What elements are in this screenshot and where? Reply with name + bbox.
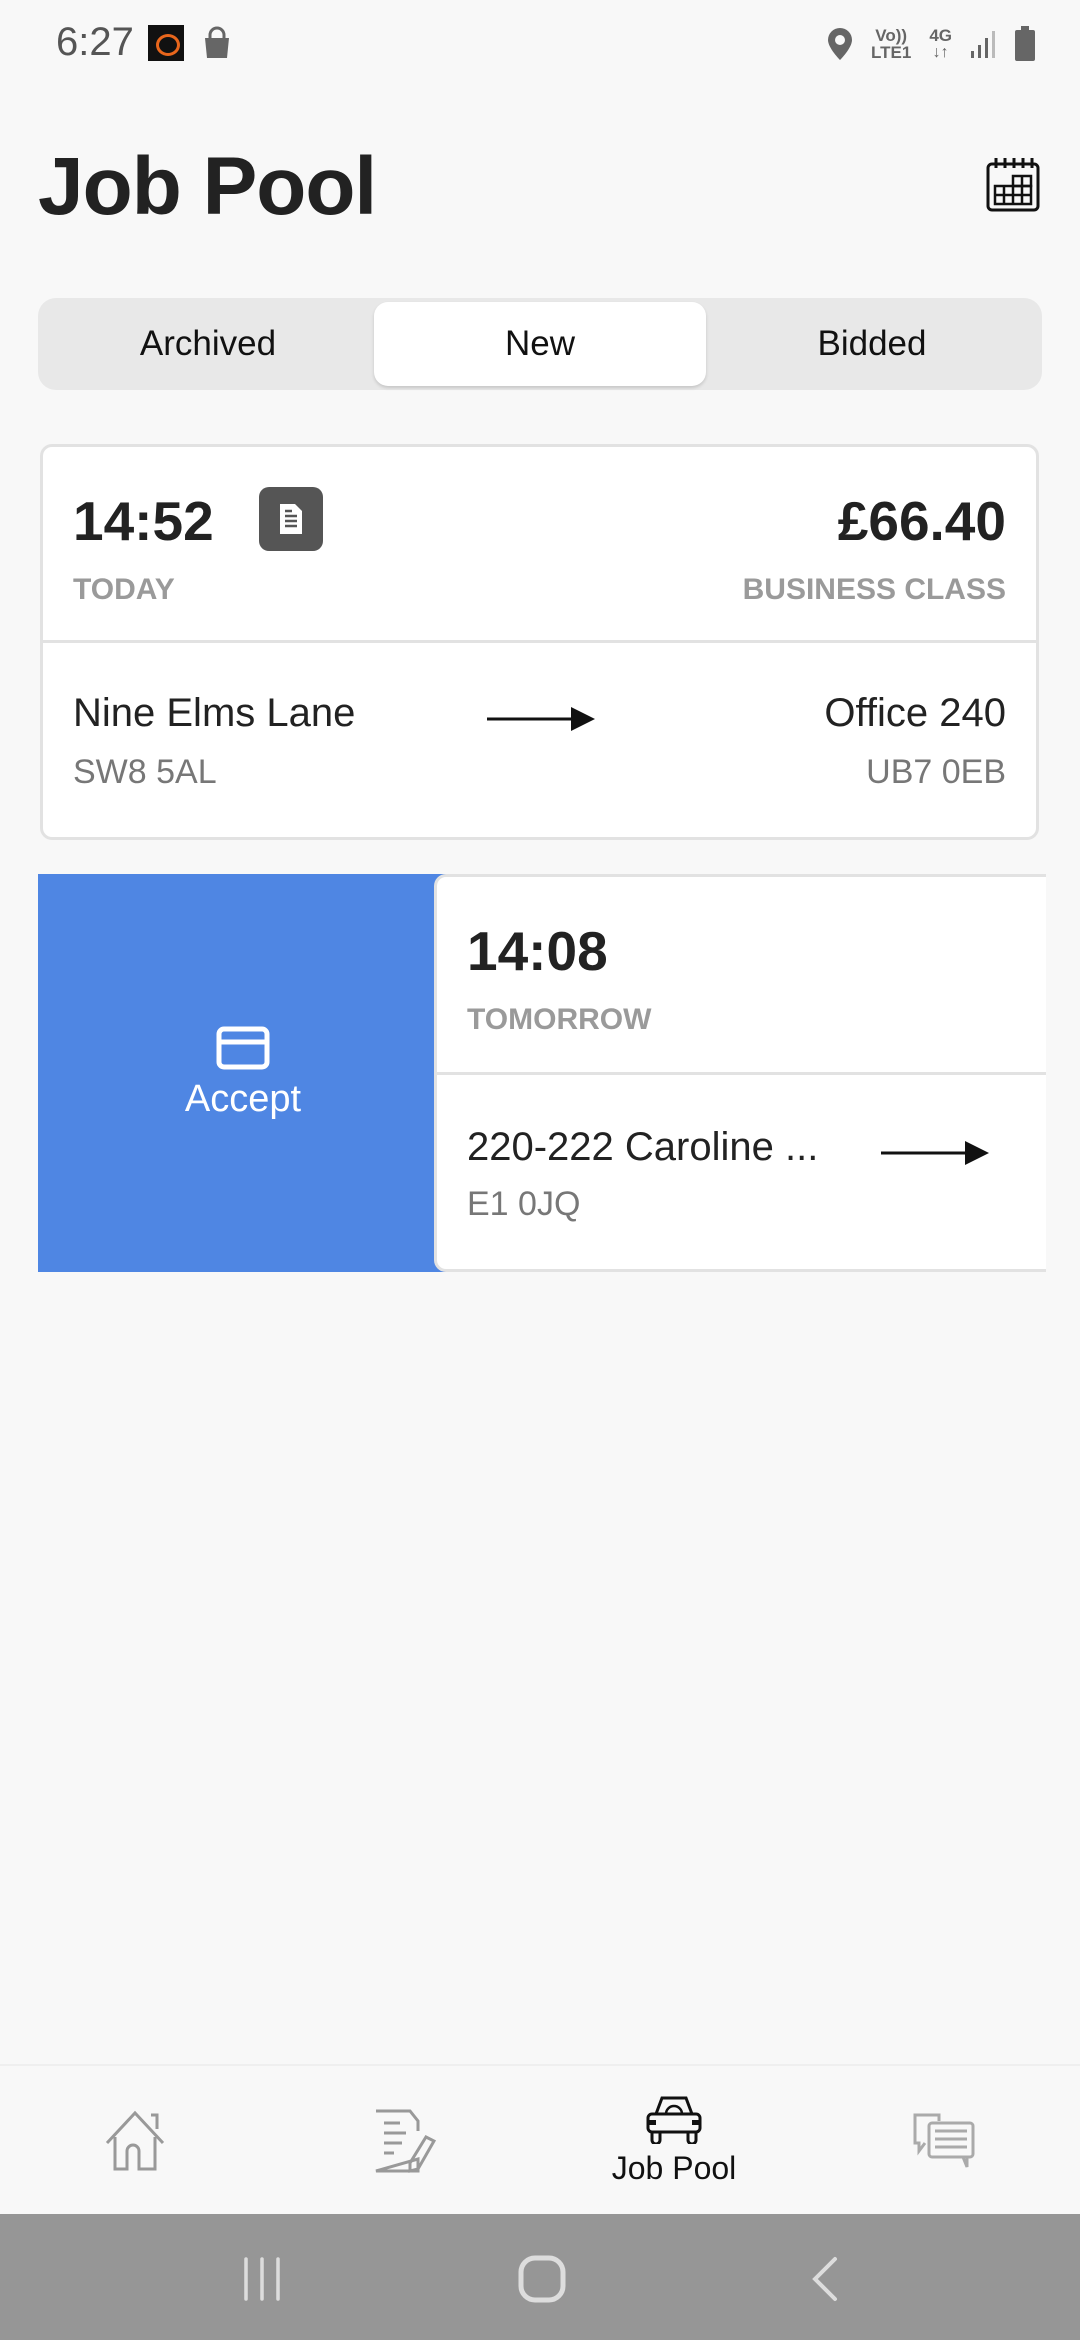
recent-apps-button[interactable]	[222, 2244, 302, 2314]
job-swipe-row: Accept 14:08 TOMORROW 220-222 Caroline .…	[38, 874, 1046, 1272]
document-icon	[280, 504, 302, 534]
nav-messages[interactable]	[844, 2066, 1044, 2216]
calendar-icon	[986, 158, 1040, 212]
signal-icon	[970, 29, 996, 59]
lte-text: LTE1	[871, 43, 912, 62]
home-system-button[interactable]	[502, 2244, 582, 2314]
job-route: 220-222 Caroline ... E1 0JQ	[437, 1075, 1046, 1269]
recent-apps-icon	[244, 2257, 280, 2301]
calendar-button[interactable]	[986, 156, 1040, 212]
document-button[interactable]	[259, 487, 323, 551]
accept-button[interactable]: Accept	[38, 874, 448, 1272]
pickup-postcode: SW8 5AL	[73, 753, 217, 791]
card-icon	[216, 1026, 270, 1069]
job-card-header: 14:08 TOMORROW	[437, 877, 1046, 1075]
back-button[interactable]	[784, 2244, 864, 2314]
data-arrows: ↓↑	[932, 44, 949, 61]
dropoff-name: Office 240	[824, 691, 1006, 735]
job-time: 14:08	[467, 920, 608, 982]
dropoff-postcode: UB7 0EB	[866, 753, 1006, 791]
document-edit-icon	[375, 2109, 436, 2173]
job-price: £66.40	[837, 490, 1006, 552]
shopping-bag-icon	[200, 26, 234, 60]
tab-bidded[interactable]: Bidded	[706, 302, 1038, 386]
back-icon	[812, 2257, 837, 2301]
status-icons: Vo)) LTE1 4G ↓↑	[827, 22, 1036, 66]
home-circle-icon	[518, 2255, 566, 2303]
bottom-nav: Job Pool	[0, 2064, 1080, 2214]
job-card[interactable]: 14:08 TOMORROW 220-222 Caroline ... E1 0…	[434, 874, 1046, 1272]
arrow-right-icon	[487, 707, 595, 731]
page-title: Job Pool	[38, 141, 377, 232]
job-day: TOMORROW	[467, 1003, 652, 1036]
volte-text: Vo))	[875, 26, 908, 45]
battery-icon	[1014, 26, 1036, 62]
data-type-text: 4G	[929, 26, 952, 45]
job-day: TODAY	[73, 573, 175, 606]
nav-documents[interactable]	[304, 2066, 504, 2216]
car-icon	[646, 2096, 702, 2144]
home-icon	[105, 2110, 165, 2171]
job-card-header: 14:52 TODAY £66.40 BUSINESS CLASS	[43, 447, 1036, 643]
nav-job-pool-label: Job Pool	[611, 2149, 737, 2186]
job-route: Nine Elms Lane SW8 5AL Office 240 UB7 0E…	[43, 643, 1036, 837]
volte-icon: Vo)) LTE1	[871, 27, 911, 61]
tab-archived[interactable]: Archived	[42, 302, 374, 386]
accept-label: Accept	[184, 1077, 302, 1120]
arrow-right-icon	[881, 1141, 989, 1165]
status-bar: 6:27 Vo)) LTE1 4G ↓↑	[0, 0, 1080, 90]
pickup-name: 220-222 Caroline ...	[467, 1125, 819, 1169]
location-icon	[827, 27, 853, 61]
pickup-postcode: E1 0JQ	[467, 1185, 581, 1223]
chat-icon	[913, 2113, 975, 2168]
nav-home[interactable]	[35, 2066, 235, 2216]
job-time: 14:52	[73, 490, 214, 552]
app-notification-icon	[148, 25, 184, 61]
status-time: 6:27	[56, 20, 134, 64]
system-nav-bar	[0, 2214, 1080, 2340]
4g-data-icon: 4G ↓↑	[929, 27, 952, 61]
job-class: BUSINESS CLASS	[742, 573, 1006, 606]
tab-new[interactable]: New	[374, 302, 706, 386]
job-card[interactable]: 14:52 TODAY £66.40 BUSINESS CLASS Nine E…	[40, 444, 1039, 840]
segmented-tabs: Archived New Bidded	[38, 298, 1042, 390]
pickup-name: Nine Elms Lane	[73, 691, 356, 735]
nav-job-pool[interactable]: Job Pool	[574, 2066, 774, 2216]
